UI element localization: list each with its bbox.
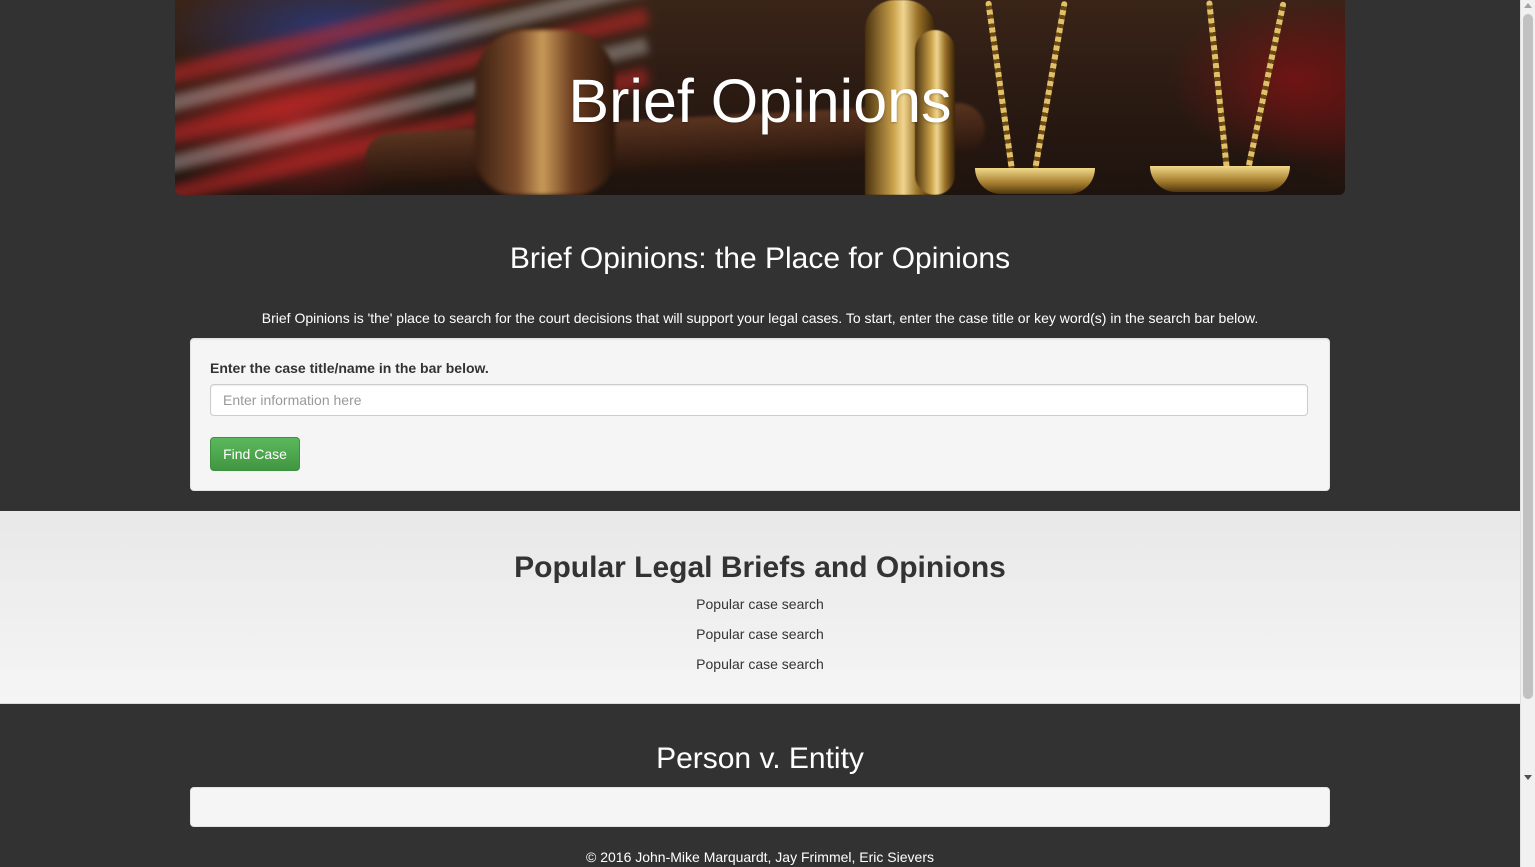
list-item: Popular case search xyxy=(0,596,1520,626)
vertical-scrollbar[interactable] xyxy=(1520,0,1535,867)
hero-banner: Brief Opinions xyxy=(175,0,1345,195)
list-item: Popular case search xyxy=(0,656,1520,686)
intro-description: Brief Opinions is 'the' place to search … xyxy=(261,310,1259,326)
popular-case-link[interactable]: Popular case search xyxy=(696,596,824,612)
search-label: Enter the case title/name in the bar bel… xyxy=(210,360,489,376)
triangle-up-icon[interactable] xyxy=(1524,3,1532,8)
case-heading: Person v. Entity xyxy=(656,742,864,775)
site-title: Brief Opinions xyxy=(568,67,952,135)
intro-heading: Brief Opinions: the Place for Opinions xyxy=(509,242,1011,275)
popular-heading: Popular Legal Briefs and Opinions xyxy=(514,551,1006,584)
popular-list: Popular case search Popular case search … xyxy=(0,596,1520,686)
popular-section: Popular Legal Briefs and Opinions Popula… xyxy=(0,511,1520,704)
footer-copyright: © 2016 John-Mike Marquardt, Jay Frimmel,… xyxy=(586,849,934,865)
case-search-form: Enter the case title/name in the bar bel… xyxy=(190,338,1330,491)
triangle-down-icon[interactable] xyxy=(1524,775,1532,780)
case-content-well xyxy=(190,787,1330,827)
case-search-input[interactable] xyxy=(210,384,1308,416)
page: Brief Opinions Brief Opinions: the Place… xyxy=(0,0,1520,867)
scrollbar-thumb[interactable] xyxy=(1523,14,1533,699)
find-case-button[interactable]: Find Case xyxy=(210,437,300,471)
popular-case-link[interactable]: Popular case search xyxy=(696,626,824,642)
list-item: Popular case search xyxy=(0,626,1520,656)
popular-case-link[interactable]: Popular case search xyxy=(696,656,824,672)
